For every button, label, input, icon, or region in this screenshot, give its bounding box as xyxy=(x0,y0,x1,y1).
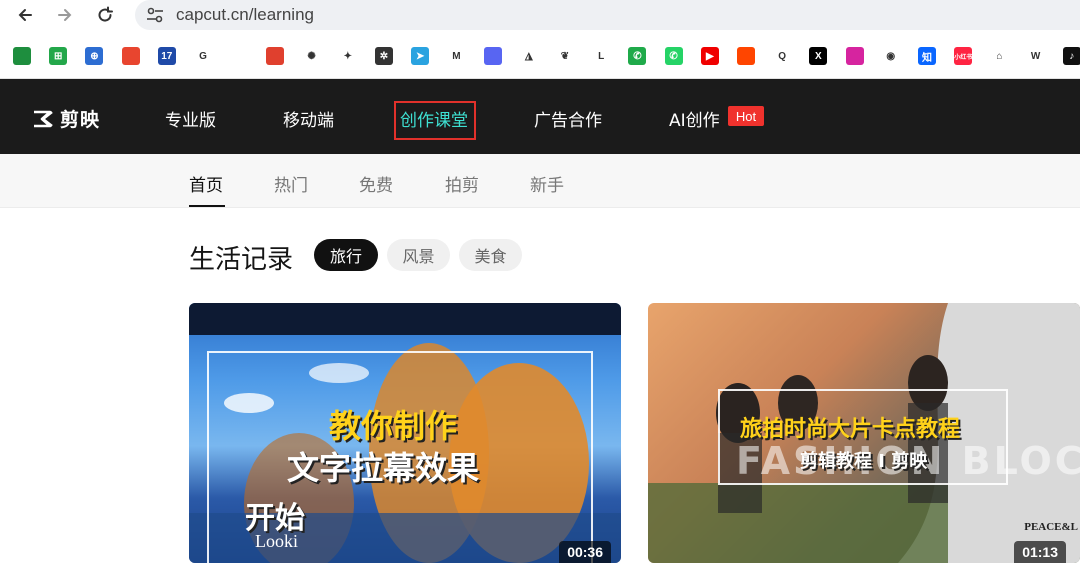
capcut-logo-icon xyxy=(34,110,53,127)
nav-mobile[interactable]: 移动端 xyxy=(283,106,334,131)
nav-professional[interactable]: 专业版 xyxy=(165,106,216,131)
x-icon[interactable]: X xyxy=(809,47,828,65)
back-arrow-icon[interactable] xyxy=(13,3,37,27)
video-card[interactable]: 教你制作 文字拉幕效果 开始 Looki 00:36 xyxy=(189,303,621,563)
sheets-icon[interactable] xyxy=(13,47,31,65)
hot-badge: Hot xyxy=(728,106,764,126)
forward-arrow-icon[interactable] xyxy=(53,3,77,27)
thumbnail-title-line1: 教你制作 xyxy=(329,407,458,445)
zhihu-icon[interactable]: 知 xyxy=(918,47,936,65)
address-bar[interactable]: capcut.cn/learning xyxy=(135,0,1080,30)
tab-beginner[interactable]: 新手 xyxy=(530,171,564,196)
youtube-icon[interactable]: ▶ xyxy=(700,47,719,65)
tab-shoot-edit[interactable]: 拍剪 xyxy=(445,171,479,196)
thumbnail-title-line2: 剪辑教程 I 剪映 xyxy=(800,451,928,472)
sub-nav: 首页 热门 免费 拍剪 新手 xyxy=(0,154,1080,208)
letter-l-icon[interactable]: L xyxy=(592,47,611,65)
instagram-icon[interactable] xyxy=(845,47,864,65)
tab-home[interactable]: 首页 xyxy=(189,171,223,196)
chip-travel[interactable]: 旅行 xyxy=(314,239,378,271)
section-title: 生活记录 xyxy=(189,245,294,275)
weibo-icon[interactable]: ◉ xyxy=(881,47,900,65)
maps-red-icon[interactable] xyxy=(266,47,285,65)
xiaohongshu-icon[interactable]: 小红书 xyxy=(954,47,973,65)
reload-icon[interactable] xyxy=(93,3,117,27)
bookmarks-bar: ⊞ ⊕ 17 G ✺ ✦ ✲ ➤ M ◮ ❦ L ✆ ✆ ▶ Q X ◉ 知小红书 ⌂ W ♪ xyxy=(0,32,1080,79)
phone-icon[interactable]: ✆ xyxy=(628,47,647,65)
tab-popular[interactable]: 热门 xyxy=(274,171,308,196)
quora-icon[interactable]: Q xyxy=(773,47,792,65)
thumbnail-title-line1: 旅拍时尚大片卡点教程 xyxy=(740,417,961,442)
tiktok-icon[interactable]: ♪ xyxy=(1062,47,1080,65)
video-card[interactable]: FASHION BLOCKBUS 旅拍时尚大片卡点教程 剪辑教程 I 剪映 PE… xyxy=(648,303,1080,563)
whatsapp-icon[interactable]: ✆ xyxy=(664,47,683,65)
number-17-icon[interactable]: 17 xyxy=(157,47,176,65)
thumbnail-corner-text: PEACE&L xyxy=(1024,521,1078,533)
globe-icon[interactable]: ⊕ xyxy=(85,47,104,65)
leaf-icon[interactable]: ❦ xyxy=(556,47,574,65)
grid-calc-icon[interactable]: ⊞ xyxy=(49,47,68,65)
discord-icon[interactable] xyxy=(483,47,502,65)
site-settings-icon[interactable] xyxy=(145,6,165,24)
tab-free[interactable]: 免费 xyxy=(359,171,393,196)
thumbnail-overlay-subtext: Looki xyxy=(255,531,298,551)
telegram-icon[interactable]: ➤ xyxy=(411,47,430,65)
video-duration: 01:13 xyxy=(1014,541,1066,563)
nav-ai-creation[interactable]: AI创作 xyxy=(669,106,720,131)
site-header: 剪映 专业版 移动端 创作课堂 广告合作 AI创作 xyxy=(0,79,1080,154)
url-text: capcut.cn/learning xyxy=(176,5,314,24)
nav-ad-cooperation[interactable]: 广告合作 xyxy=(534,106,602,131)
active-nav-highlight xyxy=(394,101,476,140)
bilibili-icon[interactable]: ⌂ xyxy=(990,47,1009,65)
chip-food[interactable]: 美食 xyxy=(459,239,522,271)
video-duration: 00:36 xyxy=(559,541,611,563)
gemini-icon[interactable]: ✦ xyxy=(338,47,357,65)
maps-pin-icon[interactable] xyxy=(230,47,249,65)
thumbnail-title-line2: 文字拉幕效果 xyxy=(287,449,480,487)
reddit-icon[interactable] xyxy=(737,47,755,65)
chip-scenery[interactable]: 风景 xyxy=(387,239,450,271)
gmail-icon[interactable]: M xyxy=(447,47,466,65)
google-icon[interactable]: G xyxy=(194,47,212,65)
logo-text: 剪映 xyxy=(60,109,101,131)
weibo-red-icon[interactable] xyxy=(121,47,140,65)
w-icon[interactable]: W xyxy=(1026,47,1045,65)
triangle-icon[interactable]: ◮ xyxy=(519,47,538,65)
tab-active-underline xyxy=(189,205,225,207)
openai-icon[interactable]: ✺ xyxy=(302,47,321,65)
dark-square-icon[interactable]: ✲ xyxy=(375,47,393,65)
browser-toolbar: capcut.cn/learning xyxy=(0,0,1080,32)
capcut-logo[interactable]: 剪映 xyxy=(32,105,100,132)
